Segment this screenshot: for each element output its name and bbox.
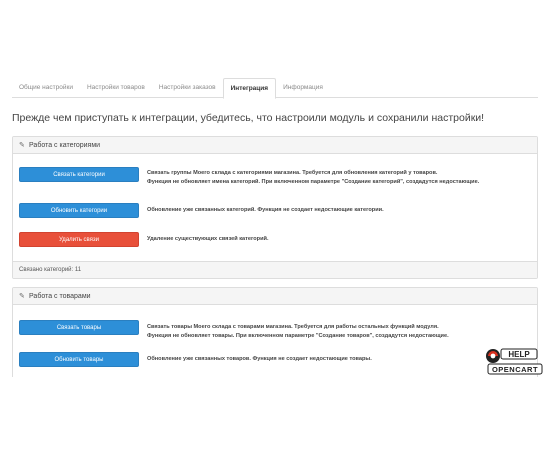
link-products-button[interactable]: Связать товары: [19, 320, 139, 335]
module-settings-frame: Общие настройки Настройки товаров Настро…: [6, 72, 544, 377]
link-categories-desc-line1: Связать группы Моего склада с категориям…: [147, 170, 438, 176]
products-panel-title: Работа с товарами: [29, 293, 91, 300]
tab-information[interactable]: Информация: [276, 78, 330, 98]
link-categories-desc-line2: Функция не обновляет имена категорий. Пр…: [147, 179, 480, 185]
categories-panel-header: ✎ Работа с категориями: [13, 137, 537, 154]
logo-bottom-text: OPENCART: [492, 365, 538, 374]
help-opencart-logo: HELP OPENCART: [486, 348, 543, 375]
update-products-button[interactable]: Обновить товары: [19, 352, 139, 367]
link-products-desc-line2: Функция не обновляет товары. При включен…: [147, 333, 449, 339]
pencil-icon: ✎: [19, 142, 25, 149]
settings-tabs: Общие настройки Настройки товаров Настро…: [12, 78, 538, 99]
logo-top-text: HELP: [508, 350, 530, 359]
update-products-description: Обновление уже связанных товаров. Функци…: [147, 356, 372, 362]
delete-links-description: Удаление существующих связей категорий.: [147, 236, 269, 242]
categories-panel-title: Работа с категориями: [29, 142, 101, 149]
tab-order-settings[interactable]: Настройки заказов: [152, 78, 223, 98]
tab-product-settings[interactable]: Настройки товаров: [80, 78, 152, 98]
linked-categories-count: Связано категорий: 11: [13, 261, 537, 278]
page-heading: Прежде чем приступать к интеграции, убед…: [12, 112, 485, 124]
categories-panel: ✎ Работа с категориями Связать категории …: [12, 136, 538, 279]
tab-general-settings[interactable]: Общие настройки: [12, 78, 80, 98]
update-categories-description: Обновление уже связанных категорий. Функ…: [147, 207, 384, 213]
link-categories-button[interactable]: Связать категории: [19, 167, 139, 182]
delete-links-button[interactable]: Удалить связи: [19, 232, 139, 247]
update-categories-button[interactable]: Обновить категории: [19, 203, 139, 218]
products-panel: ✎ Работа с товарами Связать товары Связат…: [12, 287, 538, 377]
link-products-description: Связать товары Моего склада с товарами м…: [147, 323, 449, 341]
products-panel-header: ✎ Работа с товарами: [13, 288, 537, 305]
link-categories-description: Связать группы Моего склада с категориям…: [147, 169, 479, 187]
link-products-desc-line1: Связать товары Моего склада с товарами м…: [147, 324, 439, 330]
tab-integration[interactable]: Интеграция: [222, 78, 277, 99]
pencil-icon: ✎: [19, 293, 25, 300]
